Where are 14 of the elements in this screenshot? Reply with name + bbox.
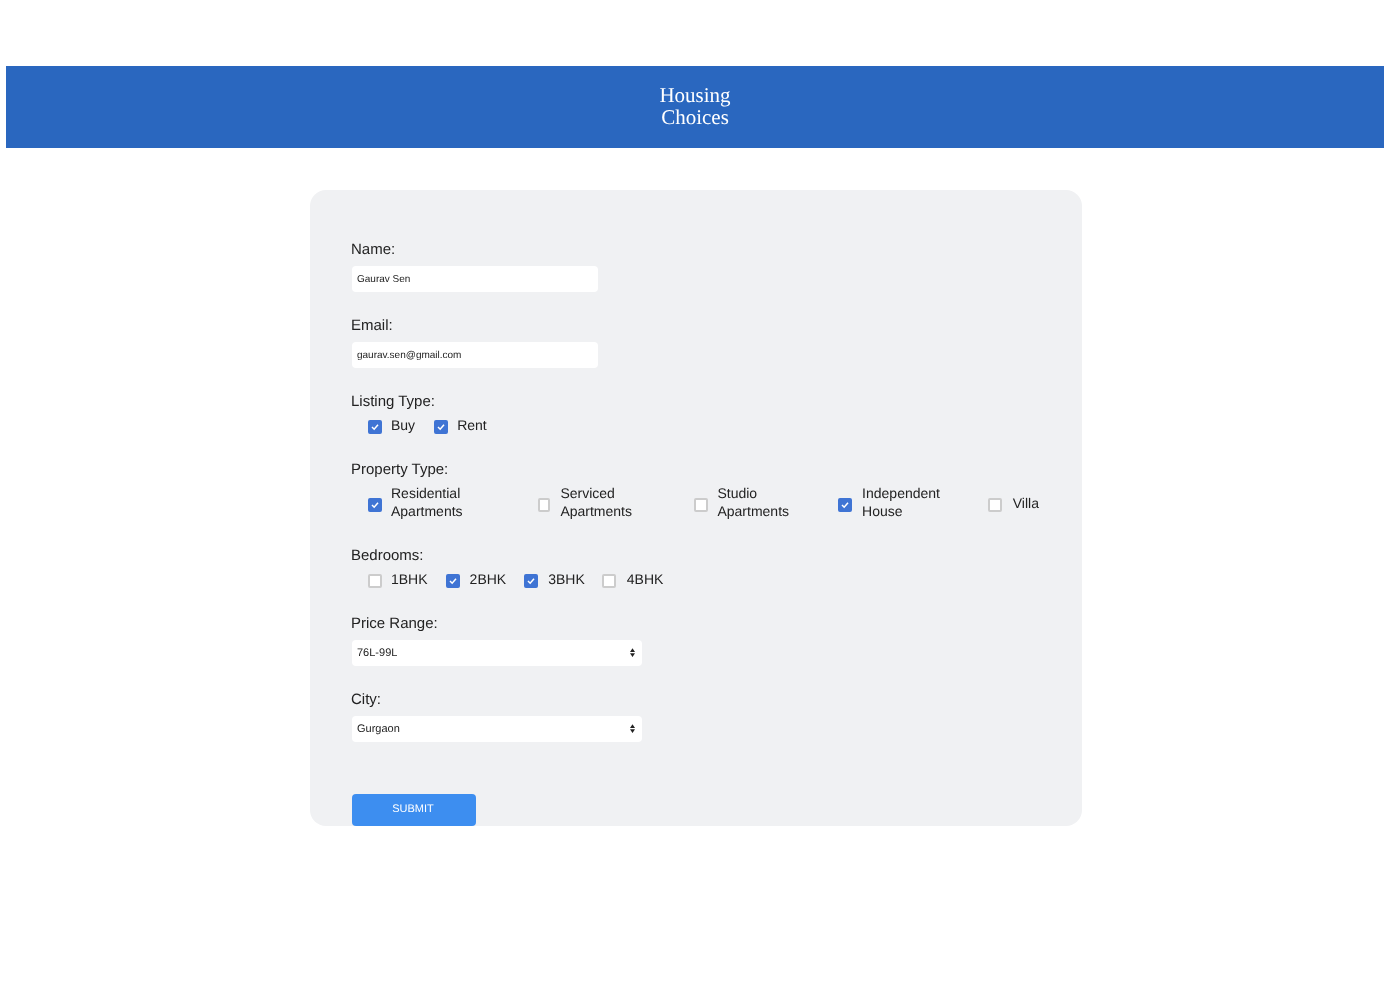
checkbox[interactable] xyxy=(602,574,617,588)
checkbox[interactable] xyxy=(838,497,853,511)
checkbox[interactable] xyxy=(694,497,708,511)
checkbox[interactable] xyxy=(367,497,381,511)
page-title: Housing Choices xyxy=(657,85,733,129)
checkbox[interactable] xyxy=(537,497,551,511)
updown-caret-icon xyxy=(630,724,635,734)
checkbox[interactable] xyxy=(367,574,381,588)
checkbox[interactable] xyxy=(524,574,539,588)
updown-caret-icon xyxy=(630,648,635,658)
checkbox[interactable] xyxy=(367,420,381,434)
checkbox[interactable] xyxy=(445,574,460,588)
checkbox[interactable] xyxy=(433,420,448,434)
checkbox[interactable] xyxy=(988,497,1003,511)
